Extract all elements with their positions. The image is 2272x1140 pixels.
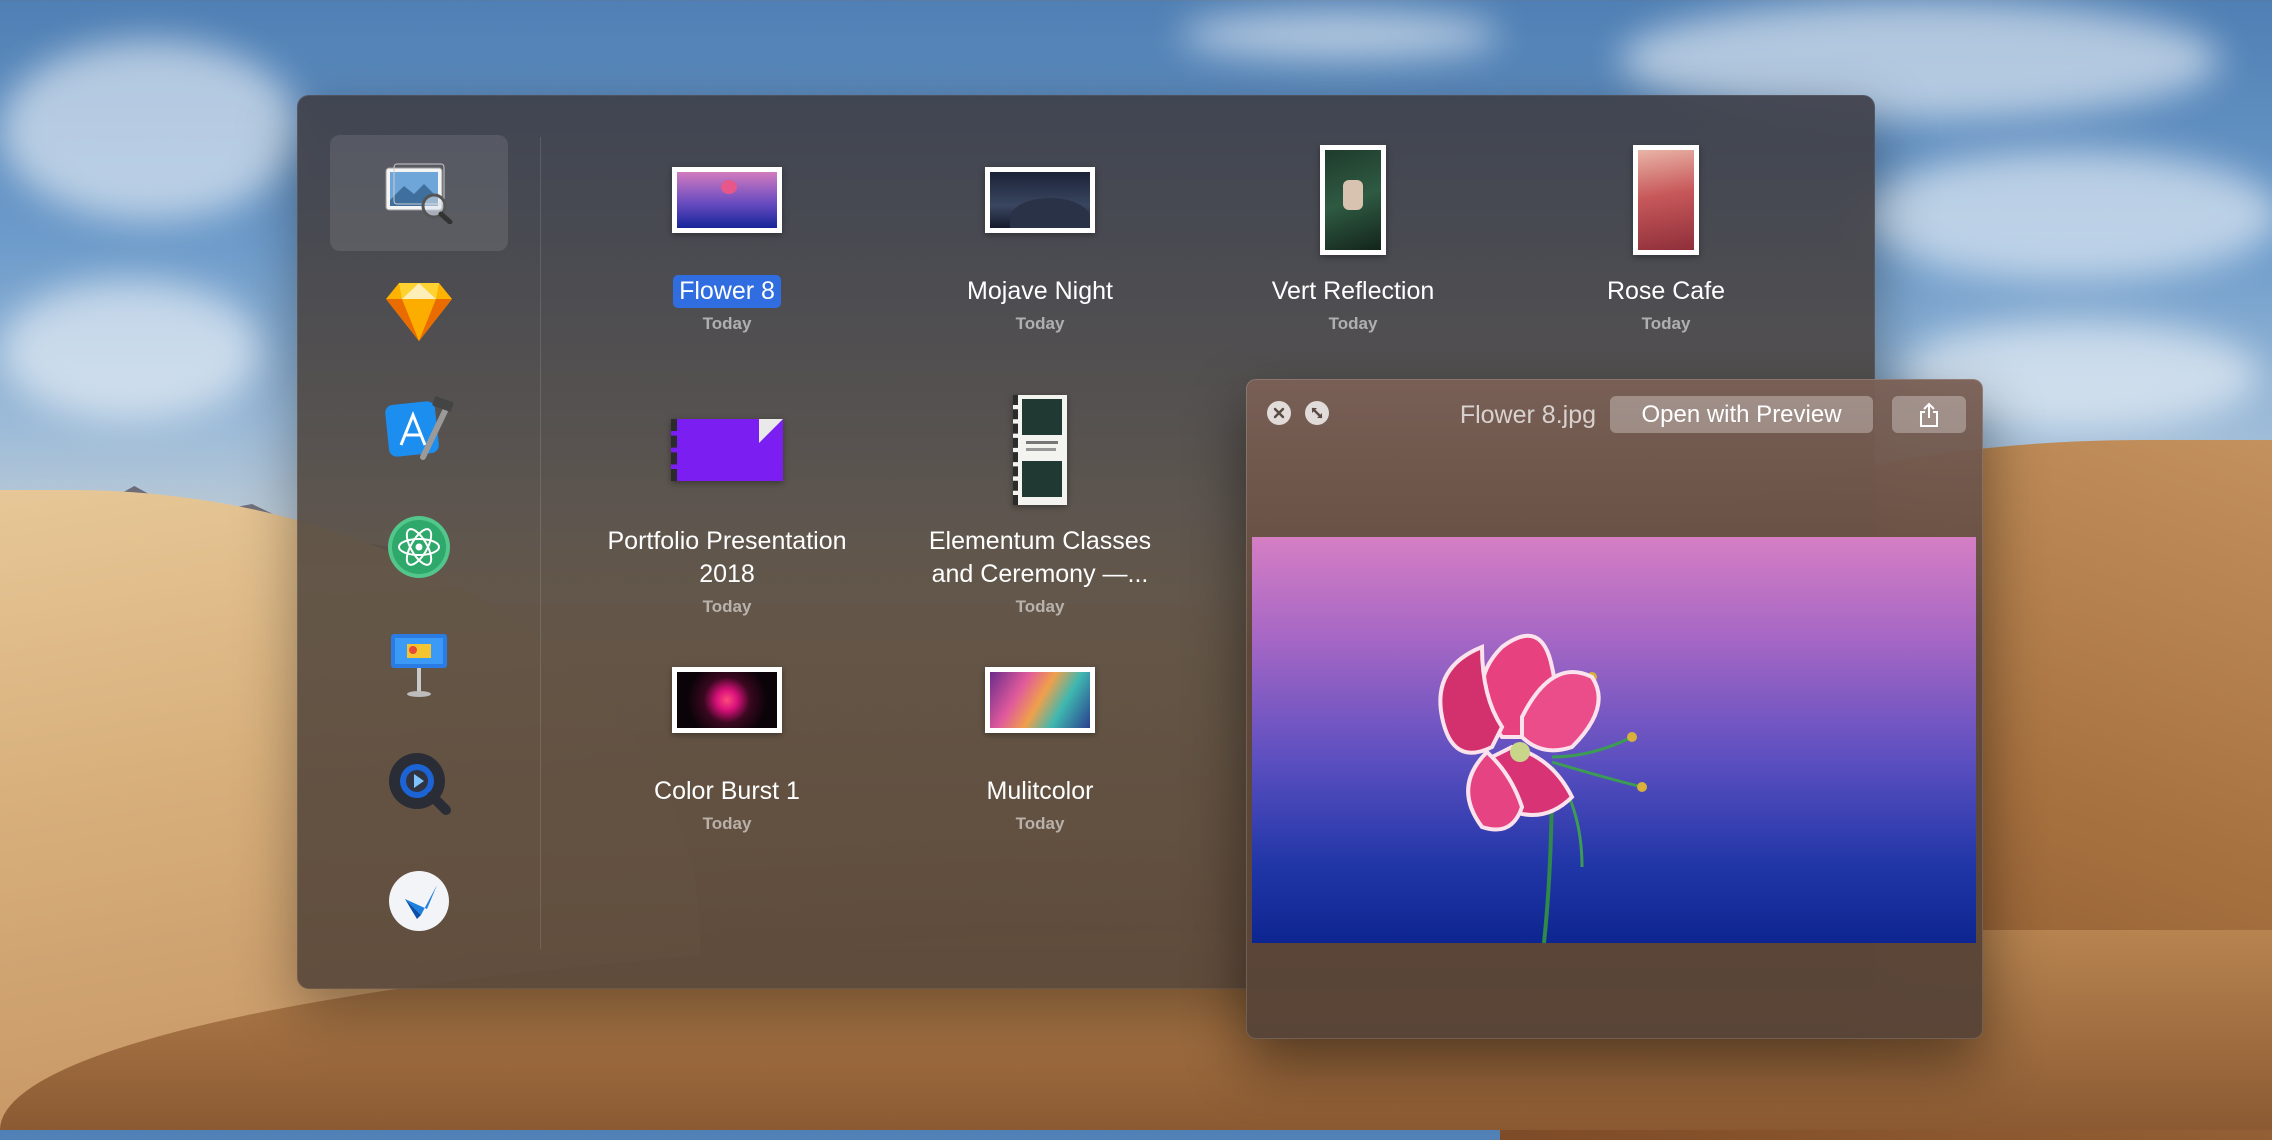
xcode-app-icon: [385, 396, 454, 460]
atom-app-icon: [388, 516, 450, 578]
file-name: Color Burst 1: [654, 777, 800, 805]
thumbnail: [672, 167, 782, 233]
sidebar-divider: [540, 137, 541, 949]
open-with-preview-button[interactable]: Open with Preview: [1610, 396, 1873, 433]
file-date: Today: [1015, 314, 1065, 333]
sidebar-item-sketch[interactable]: [330, 253, 508, 369]
sidebar-item-keynote[interactable]: [330, 607, 508, 723]
file-item-vert-reflection[interactable]: Vert Reflection Today: [1203, 135, 1503, 334]
quicktime-app-icon: [389, 753, 451, 815]
file-date: Today: [702, 314, 752, 333]
file-date: Today: [702, 597, 752, 616]
sidebar-item-paw[interactable]: [330, 843, 508, 959]
thumbnail: [1013, 395, 1067, 505]
keynote-app-icon: [391, 634, 447, 697]
file-item-flower-8[interactable]: Flower 8 Today: [577, 135, 877, 334]
file-date: Today: [1015, 597, 1065, 616]
file-name-line-2: and Ceremony —...: [931, 560, 1149, 588]
file-item-portfolio-presentation-2018[interactable]: Portfolio Presentation 2018 Today: [577, 385, 877, 617]
thumbnail: [672, 667, 782, 733]
file-date: Today: [702, 814, 752, 833]
thumbnail: [1633, 145, 1699, 255]
file-item-rose-cafe[interactable]: Rose Cafe Today: [1516, 135, 1816, 334]
quick-look-window: Flower 8.jpg Open with Preview: [1246, 379, 1983, 1039]
sidebar-item-xcode[interactable]: [330, 371, 508, 487]
file-name: Flower 8: [673, 275, 781, 308]
fullscreen-button[interactable]: [1305, 401, 1329, 425]
sidebar-item-atom[interactable]: [330, 489, 508, 605]
quick-look-title: Flower 8.jpg: [1459, 401, 1596, 429]
file-item-color-burst-1[interactable]: Color Burst 1 Today: [577, 635, 877, 834]
preview-app-icon: [385, 163, 453, 224]
thumbnail: [985, 667, 1095, 733]
image-preview: [1252, 537, 1976, 944]
file-name-line-1: Elementum Classes: [928, 527, 1152, 555]
file-name: Mulitcolor: [986, 777, 1094, 805]
paw-app-icon: [389, 871, 449, 931]
close-icon: [1273, 407, 1285, 419]
file-name-line-1: Portfolio Presentation: [607, 527, 847, 555]
file-item-mojave-night[interactable]: Mojave Night Today: [890, 135, 1190, 334]
file-name-line-2: 2018: [699, 560, 755, 588]
sidebar-item-quicktime[interactable]: [330, 725, 508, 841]
file-name: Vert Reflection: [1271, 277, 1435, 305]
file-item-elementum-classes[interactable]: Elementum Classes and Ceremony —... Toda…: [890, 385, 1190, 617]
thumbnail: [671, 419, 783, 481]
fullscreen-icon: [1311, 407, 1323, 419]
file-name: Rose Cafe: [1606, 277, 1726, 305]
sketch-app-icon: [386, 283, 452, 341]
thumbnail: [1320, 145, 1386, 255]
sidebar-item-preview[interactable]: [330, 135, 508, 251]
app-sidebar: [330, 135, 508, 955]
file-date: Today: [1328, 314, 1378, 333]
close-button[interactable]: [1267, 401, 1291, 425]
lily-flower-image: [1438, 633, 1647, 944]
share-icon: [1920, 402, 1938, 427]
file-name: Mojave Night: [967, 277, 1113, 305]
share-button[interactable]: [1892, 396, 1966, 433]
thumbnail: [985, 167, 1095, 233]
file-date: Today: [1641, 314, 1691, 333]
file-item-mulitcolor[interactable]: Mulitcolor Today: [890, 635, 1190, 834]
file-date: Today: [1015, 814, 1065, 833]
